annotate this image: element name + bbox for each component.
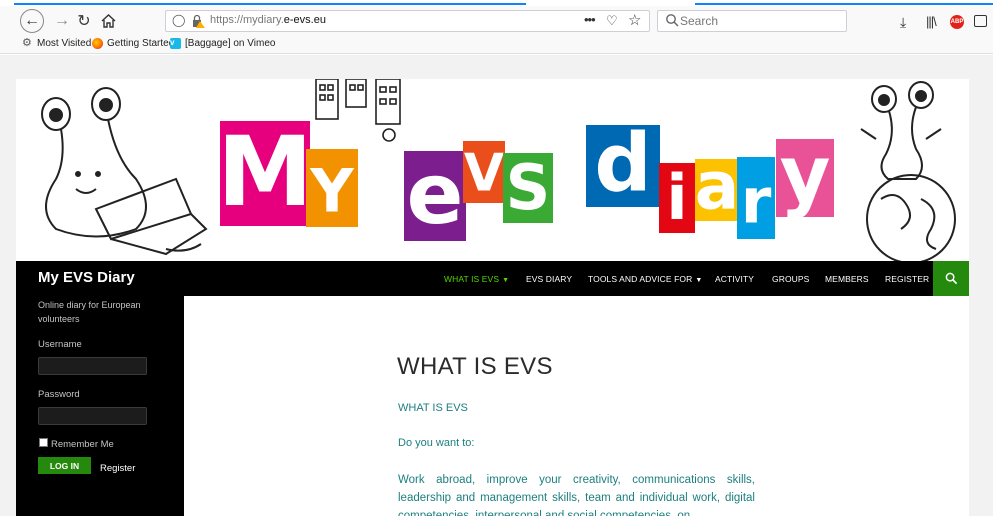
site-description: Online diary for European volunteers <box>38 300 141 324</box>
logo-letter: r <box>741 165 772 238</box>
url-text[interactable]: https://mydiary.e-evs.eu <box>210 14 326 26</box>
content-paragraph: Work abroad, improve your creativity, co… <box>398 474 755 516</box>
logo-letter: M <box>217 116 313 228</box>
browser-search-input[interactable]: Search <box>657 10 847 32</box>
menu-item-activity[interactable]: ACTIVITY <box>715 274 754 284</box>
menu-item-what-is-evs[interactable]: WHAT IS EVS ▼ <box>444 274 509 284</box>
password-label: Password <box>38 389 80 400</box>
menu-item-tools-and-advice[interactable]: TOOLS AND ADVICE FOR ▼ <box>588 274 702 284</box>
logo-letter: S <box>506 151 551 224</box>
bookmark-most-visited[interactable]: ⚙ Most Visited <box>22 37 92 50</box>
menu-item-evs-diary[interactable]: EVS DIARY <box>526 274 572 284</box>
pocket-icon[interactable]: ♡ <box>606 13 618 29</box>
menu-item-groups[interactable]: GROUPS <box>772 274 809 284</box>
tab-indicator <box>695 3 993 5</box>
bookmark-label: [Baggage] on Vimeo <box>185 38 276 49</box>
reload-icon: ↻ <box>77 13 91 30</box>
vimeo-icon: v <box>170 38 181 49</box>
caret-down-icon: ▼ <box>502 277 510 284</box>
firefox-icon <box>92 38 103 49</box>
site-navigation: My EVS Diary WHAT IS EVS ▼ EVS DIARY TOOL… <box>16 261 969 296</box>
main-content: WHAT IS EVS WHAT IS EVS Do you want to: … <box>184 296 969 516</box>
bookmark-label: Most Visited <box>37 38 92 49</box>
bookmarks-toolbar: ⚙ Most Visited Getting Started v [Baggag… <box>0 36 993 54</box>
logo-letter: y <box>780 130 831 220</box>
shield-icon[interactable]: ◯ <box>172 13 185 27</box>
sidebar-toggle-icon[interactable] <box>974 15 987 27</box>
remember-me-label: Remember Me <box>51 439 114 450</box>
home-icon <box>101 14 115 28</box>
content-question: Do you want to: <box>398 437 475 449</box>
arrow-right-icon: → <box>54 12 70 29</box>
bookmark-star-icon[interactable]: ☆ <box>628 11 641 29</box>
site-title[interactable]: My EVS Diary <box>38 269 135 286</box>
forward-button[interactable]: → <box>50 9 74 33</box>
bookmark-label: Getting Started <box>107 38 175 49</box>
browser-toolbar: ← → ↻ ◯ https://mydiary.e-evs.eu ••• ♡ ☆… <box>0 6 993 36</box>
download-icon[interactable]: ⤓ <box>900 14 906 31</box>
bookmark-vimeo[interactable]: v [Baggage] on Vimeo <box>170 38 275 49</box>
username-label: Username <box>38 339 82 350</box>
logo-letter: d <box>594 117 651 210</box>
site-search-button[interactable] <box>933 261 969 296</box>
bookmark-getting-started[interactable]: Getting Started <box>92 38 174 49</box>
home-button[interactable] <box>96 9 120 33</box>
search-icon <box>945 272 957 285</box>
menu-item-members[interactable]: MEMBERS <box>825 274 869 284</box>
search-icon <box>666 14 679 27</box>
page-actions-icon[interactable]: ••• <box>584 12 596 27</box>
adblock-icon[interactable]: ABP <box>950 15 964 29</box>
header-banner[interactable]: MYeVSdiary <box>16 79 969 261</box>
password-field[interactable] <box>38 407 147 425</box>
reload-button[interactable]: ↻ <box>72 9 96 33</box>
logo-letter: i <box>666 161 687 234</box>
logo-letter: a <box>695 148 740 225</box>
buildings-drawing <box>315 79 401 142</box>
url-bar[interactable]: ◯ https://mydiary.e-evs.eu ••• ♡ ☆ <box>165 10 650 32</box>
logo-letter: V <box>464 144 504 204</box>
library-icon[interactable]: |||\ <box>926 14 937 29</box>
sidebar: Online diary for European volunteers Use… <box>16 296 184 516</box>
remember-me-checkbox[interactable] <box>39 438 48 447</box>
banner-illustration: MY e V Sd i a r y <box>41 79 956 261</box>
active-tab-indicator <box>14 3 526 5</box>
register-link[interactable]: Register <box>100 463 135 474</box>
page-title: WHAT IS EVS <box>397 353 553 380</box>
monster-globe-drawing <box>860 81 956 261</box>
monster-laptop-drawing <box>41 87 208 256</box>
content-subtitle: WHAT IS EVS <box>398 402 468 414</box>
back-button[interactable]: ← <box>20 9 44 33</box>
logo-letters: MY e V Sd i a r y <box>217 116 834 243</box>
login-button[interactable]: LOG IN <box>38 457 91 474</box>
lock-warning-icon[interactable] <box>190 13 206 29</box>
logo-letter: Y <box>309 156 355 226</box>
username-field[interactable] <box>38 357 147 375</box>
gear-icon: ⚙ <box>22 37 32 49</box>
logo-letter: e <box>407 145 464 243</box>
arrow-left-icon: ← <box>24 12 40 29</box>
search-placeholder: Search <box>680 14 719 28</box>
caret-down-icon: ▼ <box>695 277 703 284</box>
menu-item-register[interactable]: REGISTER <box>885 274 929 284</box>
